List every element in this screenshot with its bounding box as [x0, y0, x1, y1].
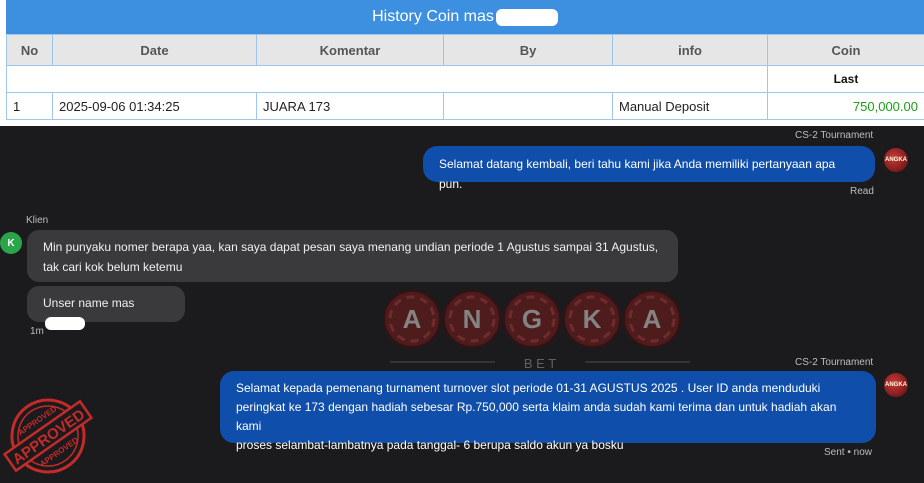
table-row[interactable]: 1 2025-09-06 01:34:25 JUARA 173 Manual D…	[6, 92, 924, 120]
client-avatar: K	[0, 232, 22, 254]
column-header-by[interactable]: By	[443, 34, 613, 66]
subheader-empty-cell	[6, 65, 768, 93]
chat-area: A N G K A B E T CS-2 Tournament Selamat …	[0, 126, 924, 483]
watermark-letter: G	[522, 304, 542, 334]
redacted-name-mask	[45, 317, 85, 331]
column-header-komentar[interactable]: Komentar	[256, 34, 444, 66]
client-avatar-initial: K	[7, 237, 15, 249]
cell-coin: 750,000.00	[767, 92, 924, 120]
message-bubble-client: Min punyaku nomer berapa yaa, kan saya d…	[27, 230, 678, 282]
message-bubble-agent: Selamat kepada pemenang turnament turnov…	[220, 371, 876, 452]
screenshot-root: History Coin mas No Date Komentar By inf…	[0, 0, 924, 483]
column-header-no[interactable]: No	[6, 34, 53, 66]
watermark-letter: N	[463, 304, 482, 334]
column-header-info[interactable]: info	[612, 34, 768, 66]
coin-history-panel: History Coin mas No Date Komentar By inf…	[0, 0, 924, 126]
message-bubble-client: Unser name mas	[27, 286, 185, 331]
angka-bet-watermark: A N G K A B E T	[383, 290, 690, 371]
approved-stamp-icon: APPROVED APPROVED APPROVED	[2, 398, 94, 474]
cell-no: 1	[6, 92, 53, 120]
message-text: Unser name mas	[43, 296, 135, 310]
message-text: Selamat datang kembali, beri tahu kami j…	[439, 157, 836, 191]
coin-history-title-bar: History Coin mas	[6, 0, 924, 34]
sender-label-client: Klien	[26, 215, 49, 226]
message-text-line: Min punyaku nomer berapa yaa, kan saya d…	[43, 240, 659, 254]
watermark-letter: K	[583, 304, 602, 334]
agent-avatar: ANGKA	[884, 373, 908, 397]
agent-avatar: ANGKA	[884, 148, 908, 172]
sender-label-agent: CS-2 Tournament	[795, 357, 874, 368]
message-bubble-agent: Selamat datang kembali, beri tahu kami j…	[423, 146, 875, 191]
watermark-letter: A	[403, 304, 422, 334]
watermark-bet-text: B E T	[524, 356, 556, 371]
agent-avatar-text: ANGKA	[885, 157, 907, 163]
read-status: Read	[850, 186, 874, 197]
coin-history-table: No Date Komentar By info Coin Last 1 202…	[6, 34, 924, 120]
last-label: Last	[767, 65, 924, 93]
watermark-letter: A	[643, 304, 662, 334]
redacted-name-mask	[495, 8, 558, 26]
cell-by	[443, 92, 613, 120]
column-header-coin[interactable]: Coin	[767, 34, 924, 66]
table-subheader-row: Last	[6, 65, 924, 93]
cell-komentar: JUARA 173	[256, 92, 444, 120]
sender-label-agent: CS-2 Tournament	[795, 130, 874, 141]
message-time: 1m	[30, 326, 44, 337]
coin-history-title: History Coin mas	[372, 8, 494, 25]
message-text-line: peringkat ke 173 dengan hadiah sebesar R…	[236, 400, 837, 433]
message-text-line: Selamat kepada pemenang turnament turnov…	[236, 381, 821, 395]
column-header-date[interactable]: Date	[52, 34, 257, 66]
sent-status: Sent • now	[824, 447, 872, 458]
cell-date: 2025-09-06 01:34:25	[52, 92, 257, 120]
message-text-line: proses selambat-lambatnya pada tanggal- …	[236, 438, 624, 452]
cell-info: Manual Deposit	[612, 92, 768, 120]
table-header-row: No Date Komentar By info Coin	[6, 34, 924, 66]
message-text-line: tak cari kok belum ketemu	[43, 260, 183, 274]
agent-avatar-text: ANGKA	[885, 382, 907, 388]
